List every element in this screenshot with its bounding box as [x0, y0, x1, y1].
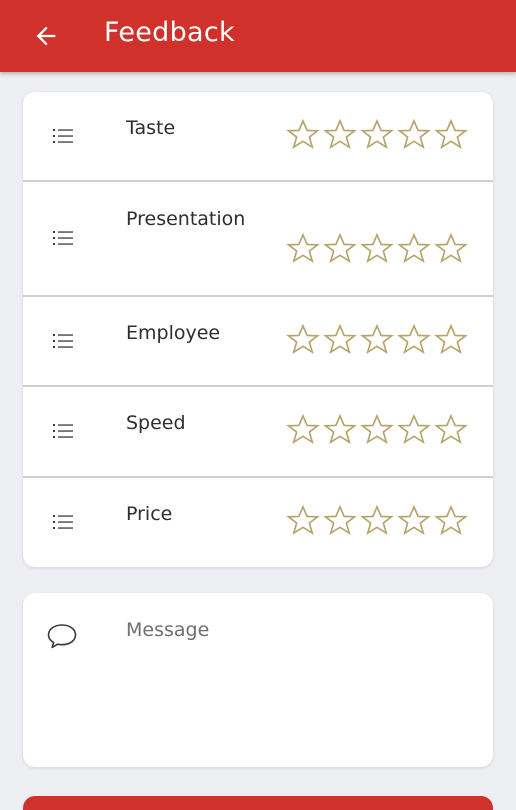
rating-label-speed: Speed	[126, 412, 186, 434]
star-icon[interactable]	[396, 231, 432, 267]
star-icon[interactable]	[433, 412, 469, 448]
star-icon[interactable]	[322, 503, 358, 539]
rating-label-taste: Taste	[126, 117, 176, 139]
back-button[interactable]	[26, 16, 66, 56]
submit-button[interactable]	[23, 796, 493, 810]
list-icon	[53, 334, 73, 348]
star-rating-price[interactable]	[285, 503, 469, 539]
star-icon[interactable]	[285, 117, 321, 153]
list-icon	[53, 231, 73, 245]
star-icon[interactable]	[285, 412, 321, 448]
star-icon[interactable]	[285, 231, 321, 267]
rating-row-speed: Speed	[23, 387, 493, 478]
star-icon[interactable]	[359, 503, 395, 539]
rating-label-price: Price	[126, 503, 173, 525]
star-icon[interactable]	[285, 322, 321, 358]
star-icon[interactable]	[322, 412, 358, 448]
rating-label-presentation: Presentation	[126, 208, 246, 230]
rating-row-price: Price	[23, 478, 493, 567]
message-input[interactable]	[126, 619, 466, 739]
list-icon	[53, 129, 73, 143]
star-icon[interactable]	[359, 117, 395, 153]
star-rating-presentation[interactable]	[285, 231, 469, 267]
rating-row-taste: Taste	[23, 92, 493, 182]
chat-bubble-icon	[47, 624, 77, 649]
star-icon[interactable]	[285, 503, 321, 539]
star-icon[interactable]	[322, 117, 358, 153]
star-icon[interactable]	[359, 322, 395, 358]
star-icon[interactable]	[322, 231, 358, 267]
rating-row-presentation: Presentation	[23, 182, 493, 297]
star-icon[interactable]	[359, 412, 395, 448]
message-card	[23, 593, 493, 767]
rating-label-employee: Employee	[126, 322, 221, 344]
star-icon[interactable]	[396, 117, 432, 153]
list-icon	[53, 515, 73, 529]
star-rating-employee[interactable]	[285, 322, 469, 358]
ratings-card: Taste Presentation Employee Speed Price	[23, 92, 493, 567]
star-icon[interactable]	[433, 503, 469, 539]
star-icon[interactable]	[396, 412, 432, 448]
rating-row-employee: Employee	[23, 297, 493, 387]
arrow-left-icon	[36, 26, 56, 46]
star-icon[interactable]	[433, 322, 469, 358]
star-rating-taste[interactable]	[285, 117, 469, 153]
star-rating-speed[interactable]	[285, 412, 469, 448]
page-title: Feedback	[104, 17, 235, 48]
star-icon[interactable]	[433, 231, 469, 267]
app-bar: Feedback	[0, 0, 516, 72]
star-icon[interactable]	[322, 322, 358, 358]
star-icon[interactable]	[396, 322, 432, 358]
star-icon[interactable]	[433, 117, 469, 153]
list-icon	[53, 424, 73, 438]
star-icon[interactable]	[396, 503, 432, 539]
star-icon[interactable]	[359, 231, 395, 267]
